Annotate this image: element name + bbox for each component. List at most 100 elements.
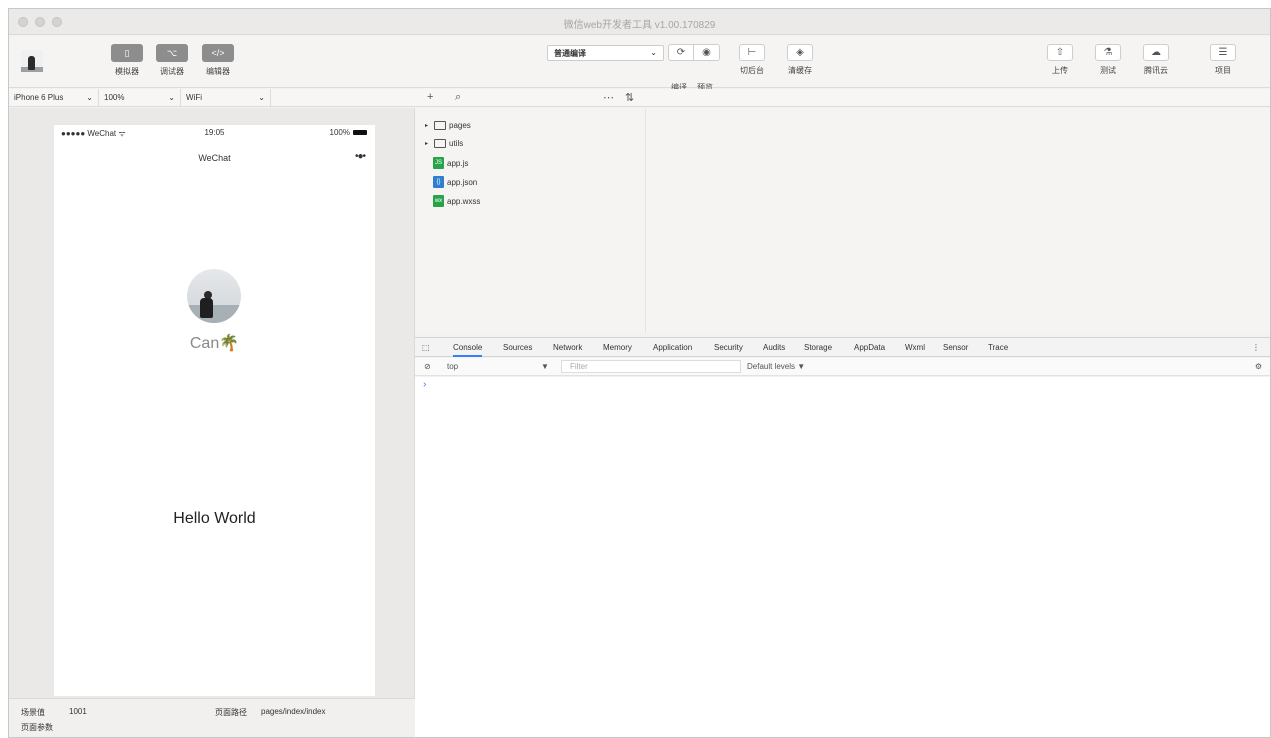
scene-label: 场景值: [21, 708, 45, 717]
project-label: 项目: [1215, 66, 1231, 75]
eye-icon[interactable]: ◉: [694, 44, 720, 61]
compile-mode-select[interactable]: 普通编译 ⌄: [547, 45, 664, 61]
page-path-label: 页面路径: [215, 708, 247, 717]
network-value: WiFi: [186, 93, 202, 102]
device-select[interactable]: iPhone 6 Plus ⌄: [9, 89, 99, 106]
expand-arrow-icon: ▸: [425, 141, 429, 147]
phone-screen[interactable]: ●●●●● WeChat ᯤ 19:05 100% WeChat •●• Can…: [54, 125, 375, 696]
chevron-down-icon: ⌄: [258, 93, 265, 102]
tab-sensor[interactable]: Sensor: [943, 343, 968, 352]
pane-divider[interactable]: [645, 108, 646, 333]
tab-security[interactable]: Security: [714, 343, 743, 352]
json-file-icon: {}: [433, 176, 444, 188]
network-select[interactable]: WiFi ⌄: [181, 89, 271, 106]
file-name: app.wxss: [447, 196, 481, 206]
upload-button[interactable]: ⇧ 上传: [1047, 44, 1073, 76]
filter-input[interactable]: Filter: [561, 360, 741, 373]
cache-icon: ◈: [787, 44, 813, 61]
simulator-footer: 场景值 1001 页面路径 pages/index/index 页面参数: [9, 698, 415, 737]
log-levels-select[interactable]: Default levels ▼: [747, 362, 805, 371]
file-name: app.js: [447, 158, 469, 168]
refresh-icon[interactable]: ⟳: [668, 44, 694, 61]
tab-storage[interactable]: Storage: [804, 343, 832, 352]
tab-wxml[interactable]: Wxml: [905, 343, 925, 352]
file-tree-panel: ▸ pages ▸ utils JS app.js {} app.json wx…: [415, 108, 1270, 333]
clock-label: 19:05: [204, 128, 225, 137]
folder-name: pages: [449, 121, 471, 130]
wxss-file-icon: wx: [433, 195, 444, 207]
simulator-label: 模拟器: [115, 67, 139, 76]
test-button[interactable]: ⚗ 测试: [1095, 44, 1121, 76]
tab-network[interactable]: Network: [553, 343, 582, 352]
code-icon: </>: [202, 44, 234, 62]
sort-icon[interactable]: ⇅: [625, 91, 634, 104]
console-prompt[interactable]: ›: [423, 379, 426, 390]
tencent-cloud-button[interactable]: ☁ 腾讯云: [1143, 44, 1169, 76]
user-nickname: Can🌴: [189, 335, 240, 352]
window-title: 微信web开发者工具 v1.00.170829: [563, 20, 716, 31]
zoom-value: 100%: [104, 93, 125, 102]
file-name: app.json: [447, 177, 478, 187]
hello-text: Hello World: [173, 510, 256, 527]
menu-icon: ☰: [1210, 44, 1236, 61]
battery-percent: 100%: [329, 128, 350, 137]
clear-console-icon[interactable]: ⊘: [424, 362, 431, 371]
search-icon[interactable]: ⌕: [455, 91, 461, 104]
project-button[interactable]: ☰ 项目: [1210, 44, 1236, 76]
more-options-icon[interactable]: •●•: [355, 151, 366, 162]
title-bar: 微信web开发者工具 v1.00.170829: [9, 9, 1270, 35]
phone-icon: ▯: [111, 44, 143, 62]
folder-utils[interactable]: ▸ utils: [425, 139, 463, 148]
folder-icon: [434, 139, 446, 148]
tab-memory[interactable]: Memory: [603, 343, 632, 352]
user-avatar[interactable]: [187, 269, 241, 323]
inspect-element-icon[interactable]: ⬚: [422, 343, 430, 352]
folder-name: utils: [449, 139, 464, 148]
tab-application[interactable]: Application: [653, 343, 692, 352]
editor-toggle-button[interactable]: </> 编辑器: [198, 44, 238, 77]
debugger-toggle-button[interactable]: ⌥ 调试器: [152, 44, 192, 77]
collapse-icon[interactable]: ⋯: [603, 91, 614, 104]
more-menu-icon[interactable]: ⋮: [1252, 343, 1260, 352]
tab-sources[interactable]: Sources: [503, 343, 532, 352]
file-app-json[interactable]: {} app.json: [433, 176, 477, 188]
console-output[interactable]: ›: [415, 377, 1270, 737]
devtools-window: 微信web开发者工具 v1.00.170829 ▯ 模拟器 ⌥ 调试器 </> …: [8, 8, 1271, 738]
main-toolbar: ▯ 模拟器 ⌥ 调试器 </> 编辑器 普通编译 ⌄ ⟳ ◉ 编译 预览 ⊢ 切…: [9, 36, 1270, 92]
scene-value: 1001: [69, 707, 87, 716]
zoom-select[interactable]: 100% ⌄: [99, 89, 181, 106]
nav-title: WeChat: [198, 153, 231, 163]
simulator-toggle-button[interactable]: ▯ 模拟器: [107, 44, 147, 77]
editor-label: 编辑器: [206, 67, 230, 76]
expand-arrow-icon: ▸: [425, 123, 429, 129]
upload-label: 上传: [1052, 66, 1068, 75]
compile-preview-group: ⟳ ◉: [668, 44, 720, 61]
test-label: 测试: [1100, 66, 1116, 75]
context-select[interactable]: top: [447, 362, 458, 371]
settings-icon[interactable]: ⚙: [1255, 362, 1262, 371]
tencent-cloud-label: 腾讯云: [1144, 66, 1168, 75]
tab-trace[interactable]: Trace: [988, 343, 1008, 352]
file-app-js[interactable]: JS app.js: [433, 157, 468, 169]
phone-status-bar: ●●●●● WeChat ᯤ 19:05 100%: [54, 125, 375, 141]
page-path-value: pages/index/index: [261, 707, 326, 716]
chevron-down-icon: ⌄: [86, 93, 93, 102]
add-file-icon[interactable]: +: [427, 91, 433, 103]
chevron-down-icon: ⌄: [650, 48, 657, 57]
user-avatar-small[interactable]: [21, 50, 43, 72]
chevron-down-icon: ⌄: [168, 93, 175, 102]
file-app-wxss[interactable]: wx app.wxss: [433, 195, 480, 207]
tab-audits[interactable]: Audits: [763, 343, 785, 352]
switch-background-icon: ⊢: [739, 44, 765, 61]
battery-icon: [353, 130, 367, 135]
tab-console[interactable]: Console: [453, 343, 483, 357]
page-params-label: 页面参数: [21, 723, 53, 732]
battery-status: 100%: [330, 128, 367, 137]
tab-appdata[interactable]: AppData: [854, 343, 885, 352]
devtools-tab-bar: ⬚ Console Sources Network Memory Applica…: [415, 337, 1270, 357]
folder-pages[interactable]: ▸ pages: [425, 121, 471, 130]
clear-cache-label: 清缓存: [788, 66, 812, 75]
background-button[interactable]: ⊢ 切后台: [739, 44, 765, 76]
clear-cache-button[interactable]: ◈ 清缓存: [787, 44, 813, 76]
context-chevron-icon[interactable]: ▼: [541, 362, 549, 371]
